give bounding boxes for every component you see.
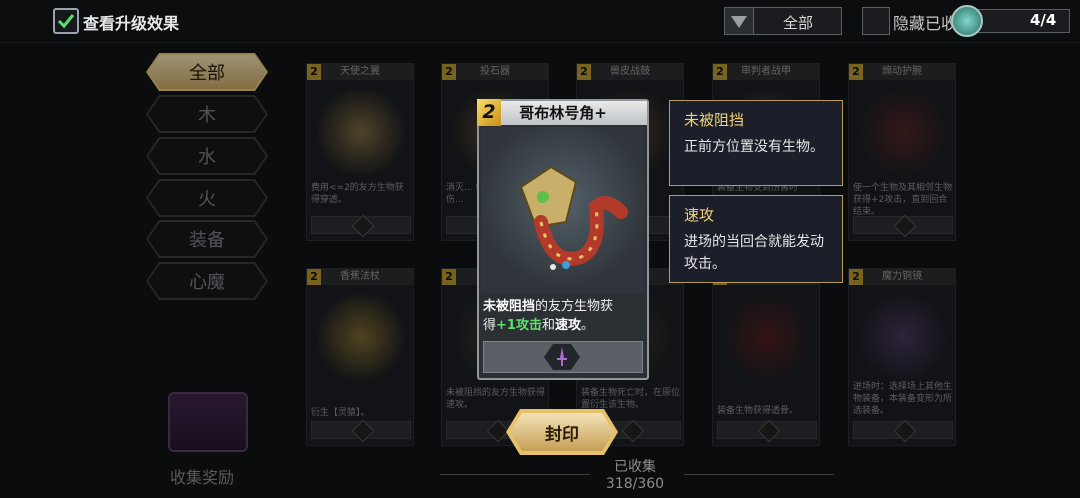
hide-collected-checkbox[interactable] (862, 7, 890, 35)
check-icon (57, 14, 75, 29)
chevron-down-icon (731, 16, 747, 28)
dropdown-arrow-box (725, 8, 754, 34)
card-artwork (481, 127, 645, 293)
tooltip-body: 进场的当回合就能发动攻击。 (684, 234, 824, 272)
goblin-horn-icon (519, 165, 628, 270)
tooltip-title: 未被阻挡 (684, 111, 745, 129)
hide-collected-label[interactable]: 隐藏已收 (893, 10, 957, 34)
card-equip-bar (483, 341, 643, 373)
tooltip-body: 正前方位置没有生物。 (684, 139, 824, 155)
show-upgrade-checkbox[interactable] (53, 8, 79, 34)
card-ability-text: 未被阻挡的友方生物获 得+1攻击和速攻。 (483, 297, 645, 335)
card-title: 哥布林号角+ (479, 101, 647, 125)
attack-bonus: +1攻击 (496, 318, 542, 333)
ability-text-part: 。 (581, 318, 595, 333)
keyword-haste: 速攻 (554, 318, 581, 333)
filter-dropdown[interactable]: 全部 (724, 7, 842, 35)
collected-label: 已收集 (614, 459, 656, 475)
page-indicator: 4/4 (1030, 11, 1057, 29)
filter-selected-value: 全部 (782, 14, 813, 32)
keyword-unblocked: 未被阻挡 (483, 299, 536, 314)
show-upgrade-label[interactable]: 查看升级效果 (83, 10, 179, 34)
ability-text-part: 得 (483, 318, 497, 333)
tooltip-title: 速攻 (684, 206, 715, 224)
equip-gem-slot (544, 344, 580, 370)
codex-emblem-icon (951, 5, 983, 37)
collected-count: 318/360 (605, 476, 665, 492)
ability-text-part: 和 (541, 318, 555, 333)
divider-left (440, 474, 590, 475)
tooltip-unblocked: 未被阻挡 正前方位置没有生物。 (669, 100, 843, 186)
seal-button[interactable]: 封印 (510, 413, 614, 451)
dagger-icon (557, 347, 567, 366)
tooltip-haste: 速攻 进场的当回合就能发动攻击。 (669, 195, 843, 283)
card-detail-popup: 哥布林号角+ 2 未被阻挡的友方生物获 得+1攻击和速攻。 (477, 99, 649, 380)
divider-right (684, 474, 834, 475)
card-cost-badge: 2 (477, 99, 501, 126)
ability-text-part: 的友方生物获 (535, 299, 614, 314)
